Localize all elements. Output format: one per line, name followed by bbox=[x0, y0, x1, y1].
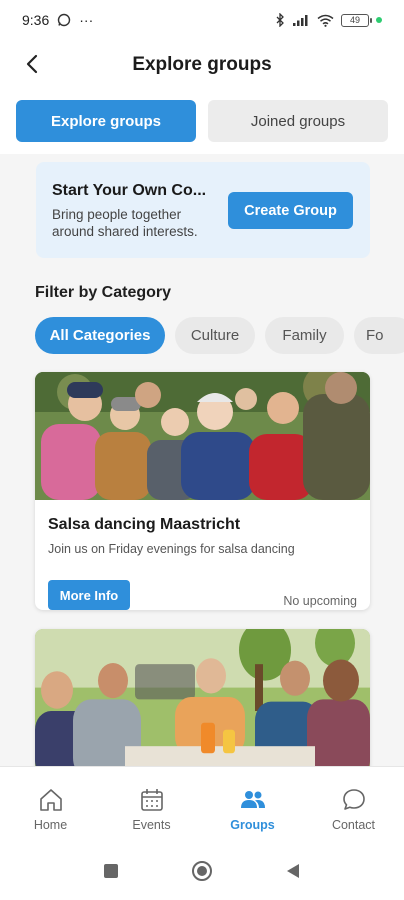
calendar-icon bbox=[140, 789, 163, 811]
create-card-description: Bring people together around shared inte… bbox=[52, 207, 198, 239]
chip-family[interactable]: Family bbox=[265, 317, 344, 354]
signal-icon bbox=[292, 14, 310, 27]
nav-home[interactable]: Home bbox=[0, 767, 101, 842]
home-icon bbox=[39, 789, 62, 811]
home-system-button[interactable] bbox=[191, 860, 213, 882]
group-title: Salsa dancing Maastricht bbox=[48, 516, 241, 533]
square-icon bbox=[104, 864, 118, 878]
group-card[interactable] bbox=[35, 629, 370, 766]
status-time: 9:36 bbox=[22, 12, 50, 28]
chevron-left-icon bbox=[26, 54, 38, 74]
whatsapp-icon bbox=[57, 13, 71, 27]
group-tabs: Explore groups Joined groups bbox=[16, 100, 388, 142]
filter-label: Filter by Category bbox=[35, 284, 172, 301]
bluetooth-icon bbox=[275, 13, 285, 27]
status-bar: 9:36 ··· 49 bbox=[0, 0, 404, 40]
group-card[interactable]: Salsa dancing Maastricht Join us on Frid… bbox=[35, 372, 370, 610]
group-card-body: Salsa dancing Maastricht Join us on Frid… bbox=[35, 500, 370, 610]
triangle-back-icon bbox=[287, 864, 299, 878]
chip-all-categories[interactable]: All Categories bbox=[35, 317, 165, 354]
more-info-button[interactable]: More Info bbox=[48, 580, 130, 610]
group-photo-picnic bbox=[35, 629, 370, 766]
upcoming-status: No upcoming bbox=[283, 594, 357, 608]
group-description: Join us on Friday evenings for salsa dan… bbox=[48, 542, 295, 556]
nav-events-label: Events bbox=[132, 818, 171, 832]
wifi-icon bbox=[317, 14, 334, 27]
nav-events[interactable]: Events bbox=[101, 767, 202, 842]
battery-level: 49 bbox=[349, 15, 360, 25]
status-more: ··· bbox=[79, 12, 94, 28]
create-group-card: Start Your Own Co... Bring people togeth… bbox=[36, 162, 370, 258]
back-system-button[interactable] bbox=[285, 862, 301, 880]
category-chips: All Categories Culture Family Fo bbox=[35, 317, 404, 355]
tab-explore-groups[interactable]: Explore groups bbox=[16, 100, 196, 142]
battery-icon: 49 bbox=[341, 13, 372, 27]
nav-groups[interactable]: Groups bbox=[202, 767, 303, 842]
circle-icon bbox=[192, 861, 212, 881]
status-right: 49 bbox=[275, 13, 382, 27]
system-nav-bar bbox=[0, 842, 404, 900]
nav-home-label: Home bbox=[33, 818, 68, 832]
notification-dot bbox=[376, 17, 382, 23]
back-button[interactable] bbox=[18, 50, 46, 78]
chip-culture[interactable]: Culture bbox=[175, 317, 255, 354]
nav-contact-label: Contact bbox=[331, 818, 376, 832]
nav-contact[interactable]: Contact bbox=[303, 767, 404, 842]
create-group-button[interactable]: Create Group bbox=[228, 192, 353, 229]
recents-button[interactable] bbox=[103, 863, 119, 879]
page-title: Explore groups bbox=[132, 54, 272, 75]
chat-icon bbox=[342, 789, 365, 810]
nav-groups-label: Groups bbox=[230, 818, 275, 832]
bottom-nav: Home Events Groups Contact bbox=[0, 766, 404, 842]
groups-icon bbox=[240, 791, 265, 808]
group-photo-seniors bbox=[35, 372, 370, 500]
tab-joined-groups[interactable]: Joined groups bbox=[208, 100, 388, 142]
chip-food[interactable]: Fo bbox=[354, 317, 404, 354]
scroll-content[interactable]: Start Your Own Co... Bring people togeth… bbox=[0, 154, 404, 766]
status-left: 9:36 ··· bbox=[22, 12, 93, 28]
app-header: Explore groups bbox=[0, 40, 404, 90]
